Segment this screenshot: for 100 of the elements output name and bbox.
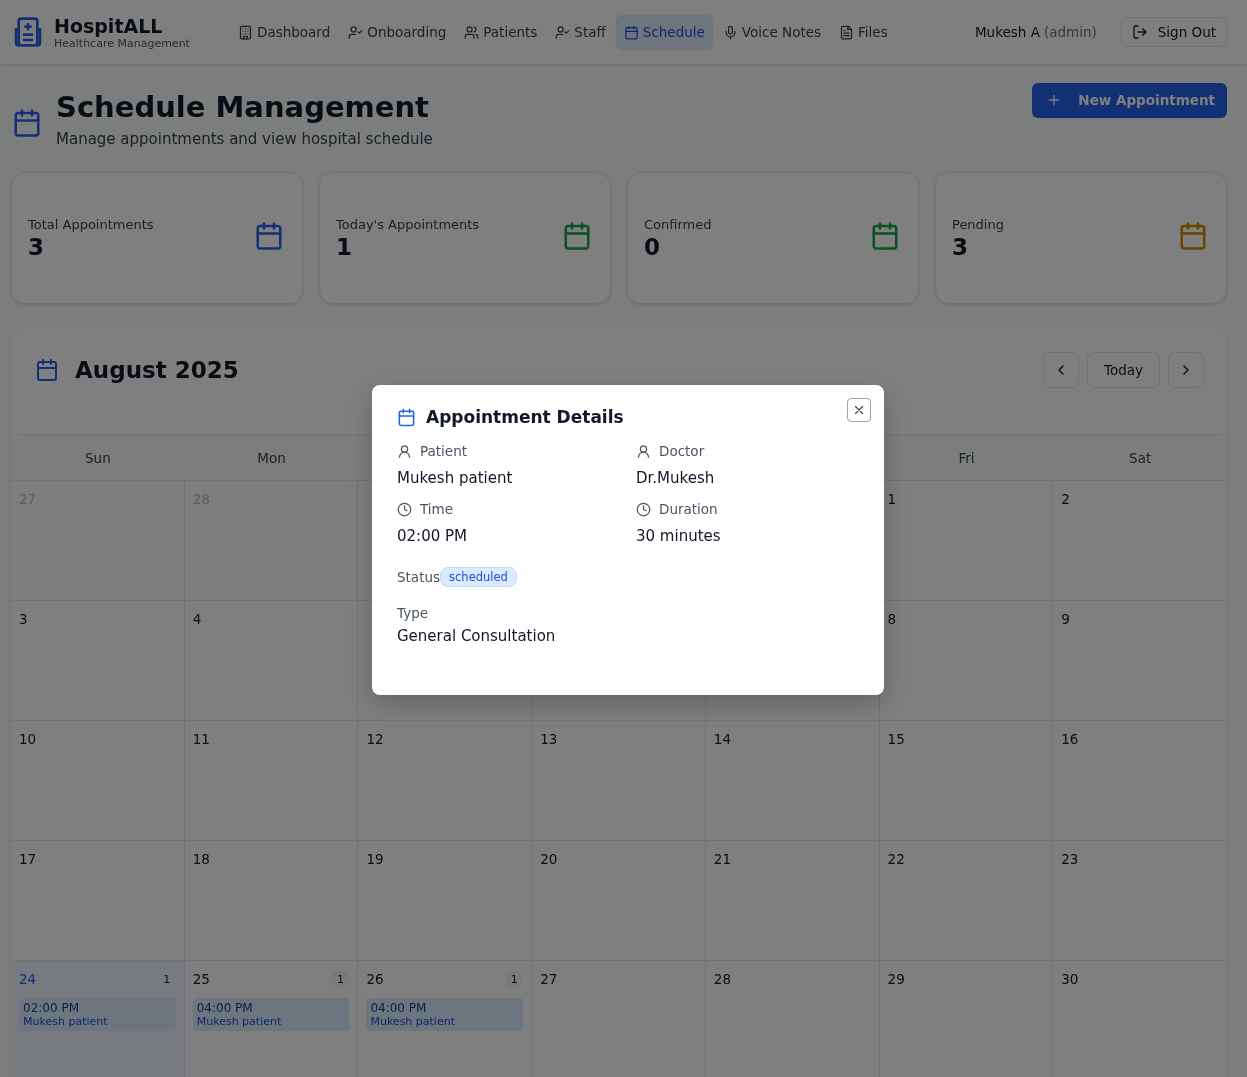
- weekday-label: Sun: [85, 449, 111, 466]
- day-number: 30: [1061, 971, 1079, 987]
- stat-value: 1: [336, 233, 353, 260]
- calendar-day-cell[interactable]: 4: [184, 601, 359, 720]
- stat-label: Confirmed: [644, 216, 712, 232]
- hospital-icon: [12, 16, 44, 48]
- calendar-day-cell[interactable]: 20: [532, 841, 706, 960]
- calendar-day-cell[interactable]: 18: [184, 841, 359, 960]
- calendar-day-cell[interactable]: 21: [705, 841, 880, 960]
- calendar-icon: [12, 108, 42, 138]
- new-appointment-button[interactable]: New Appointment: [1032, 82, 1227, 118]
- previous-month-button[interactable]: [1042, 352, 1079, 388]
- day-number: 18: [192, 851, 210, 867]
- appointment-count-badge: 1: [331, 970, 350, 988]
- stat-label: Pending: [952, 216, 1004, 232]
- field-value: Mukesh patient: [397, 469, 514, 487]
- appointment-chip[interactable]: 04:00 PM Mukesh patient: [192, 998, 350, 1031]
- page-subtitle: Manage appointments and view hospital schedule: [56, 130, 434, 148]
- appointment-patient: Mukesh patient: [370, 1015, 456, 1028]
- calendar-day-cell[interactable]: 29: [879, 961, 1054, 1077]
- nav-tab[interactable]: Files: [831, 15, 896, 49]
- appointment-count-badge: 1: [505, 970, 524, 988]
- calendar-icon: [254, 221, 284, 251]
- calendar-day-cell[interactable]: 28: [705, 961, 880, 1077]
- page-title: Schedule Management: [56, 90, 430, 124]
- user-check-icon: [555, 24, 571, 40]
- user-check-icon: [348, 24, 364, 40]
- stat-value: 0: [644, 233, 661, 260]
- appointment-time: 02:00 PM: [23, 1001, 80, 1015]
- calendar-day-cell[interactable]: 9: [1053, 601, 1227, 720]
- weekday-label: Fri: [958, 449, 975, 466]
- calendar-day-cell[interactable]: 12: [358, 721, 533, 840]
- calendar-day-cell[interactable]: 19: [358, 841, 533, 960]
- close-icon: [852, 403, 866, 417]
- calendar-day-cell[interactable]: 3: [11, 601, 185, 720]
- calendar-day-cell[interactable]: 27: [532, 961, 706, 1077]
- day-number: 20: [540, 851, 558, 867]
- weekday-label: Sat: [1129, 449, 1152, 466]
- sign-out-icon: [1131, 24, 1148, 40]
- day-number: 2: [1061, 491, 1070, 507]
- field-label: Status: [397, 569, 441, 585]
- appointment-chip[interactable]: 04:00 PM Mukesh patient: [366, 998, 524, 1031]
- month-title: August 2025: [75, 357, 240, 383]
- calendar-day-cell[interactable]: 16: [1053, 721, 1227, 840]
- nav-tab[interactable]: Schedule: [615, 15, 713, 49]
- nav-tab[interactable]: Staff: [547, 15, 614, 49]
- nav-tab[interactable]: Onboarding: [340, 15, 455, 49]
- day-number: 22: [887, 851, 905, 867]
- calendar-day-cell[interactable]: 24 1 02:00 PM Mukesh patient: [11, 961, 185, 1077]
- stat-label: Today's Appointments: [336, 216, 480, 232]
- calendar-day-cell[interactable]: 10: [11, 721, 185, 840]
- appointment-time: 04:00 PM: [196, 1001, 254, 1015]
- calendar-icon: [870, 221, 900, 251]
- stat-value: 3: [952, 233, 969, 260]
- user-role: (admin): [1043, 24, 1097, 40]
- field-value: General Consultation: [397, 627, 557, 645]
- day-number: 25: [192, 971, 210, 987]
- calendar-day-cell[interactable]: 11: [184, 721, 359, 840]
- calendar-day-cell[interactable]: 26 1 04:00 PM Mukesh patient: [358, 961, 533, 1077]
- calendar-day-cell[interactable]: 23: [1053, 841, 1227, 960]
- field-label: Doctor: [659, 443, 705, 459]
- calendar-icon: [623, 24, 639, 40]
- field-label: Patient: [420, 443, 467, 459]
- day-number: 11: [192, 731, 210, 747]
- calendar-day-cell[interactable]: 14: [705, 721, 880, 840]
- nav-tab[interactable]: Patients: [456, 15, 546, 49]
- calendar-day-cell[interactable]: 15: [879, 721, 1054, 840]
- microphone-icon: [722, 24, 738, 40]
- day-number: 13: [540, 731, 558, 747]
- day-number: 9: [1061, 611, 1070, 627]
- today-button[interactable]: Today: [1086, 352, 1160, 388]
- close-button[interactable]: [847, 398, 871, 422]
- calendar-day-cell[interactable]: 22: [879, 841, 1054, 960]
- field-label: Duration: [659, 501, 718, 517]
- calendar-day-cell[interactable]: 13: [532, 721, 706, 840]
- weekday-label: Mon: [257, 449, 286, 466]
- sign-out-button[interactable]: Sign Out: [1120, 17, 1227, 47]
- app-tagline: Healthcare Management: [54, 36, 190, 50]
- next-month-button[interactable]: [1168, 352, 1204, 388]
- day-number: 16: [1061, 731, 1079, 747]
- user-name: Mukesh A: [974, 24, 1040, 40]
- day-number: 12: [366, 731, 384, 747]
- calendar-icon: [35, 358, 59, 382]
- calendar-icon: [397, 407, 416, 427]
- field-label: Time: [420, 501, 454, 517]
- field-value: 30 minutes: [636, 527, 722, 545]
- nav-tab[interactable]: Dashboard: [230, 15, 339, 49]
- calendar-day-cell[interactable]: 25 1 04:00 PM Mukesh patient: [184, 961, 359, 1077]
- calendar-day-cell[interactable]: 17: [11, 841, 185, 960]
- nav-tab[interactable]: Voice Notes: [714, 15, 830, 49]
- appointment-count-badge: 1: [157, 970, 176, 988]
- day-number: 4: [192, 611, 202, 627]
- app-name: HospitALL: [54, 14, 164, 37]
- clock-icon: [636, 501, 651, 517]
- calendar-day-cell[interactable]: 2: [1053, 481, 1227, 600]
- appointment-chip[interactable]: 02:00 PM Mukesh patient: [19, 998, 176, 1031]
- day-number: 1: [887, 491, 897, 507]
- appointment-patient: Mukesh patient: [196, 1015, 283, 1028]
- day-number: 10: [19, 731, 37, 747]
- calendar-day-cell[interactable]: 30: [1053, 961, 1227, 1077]
